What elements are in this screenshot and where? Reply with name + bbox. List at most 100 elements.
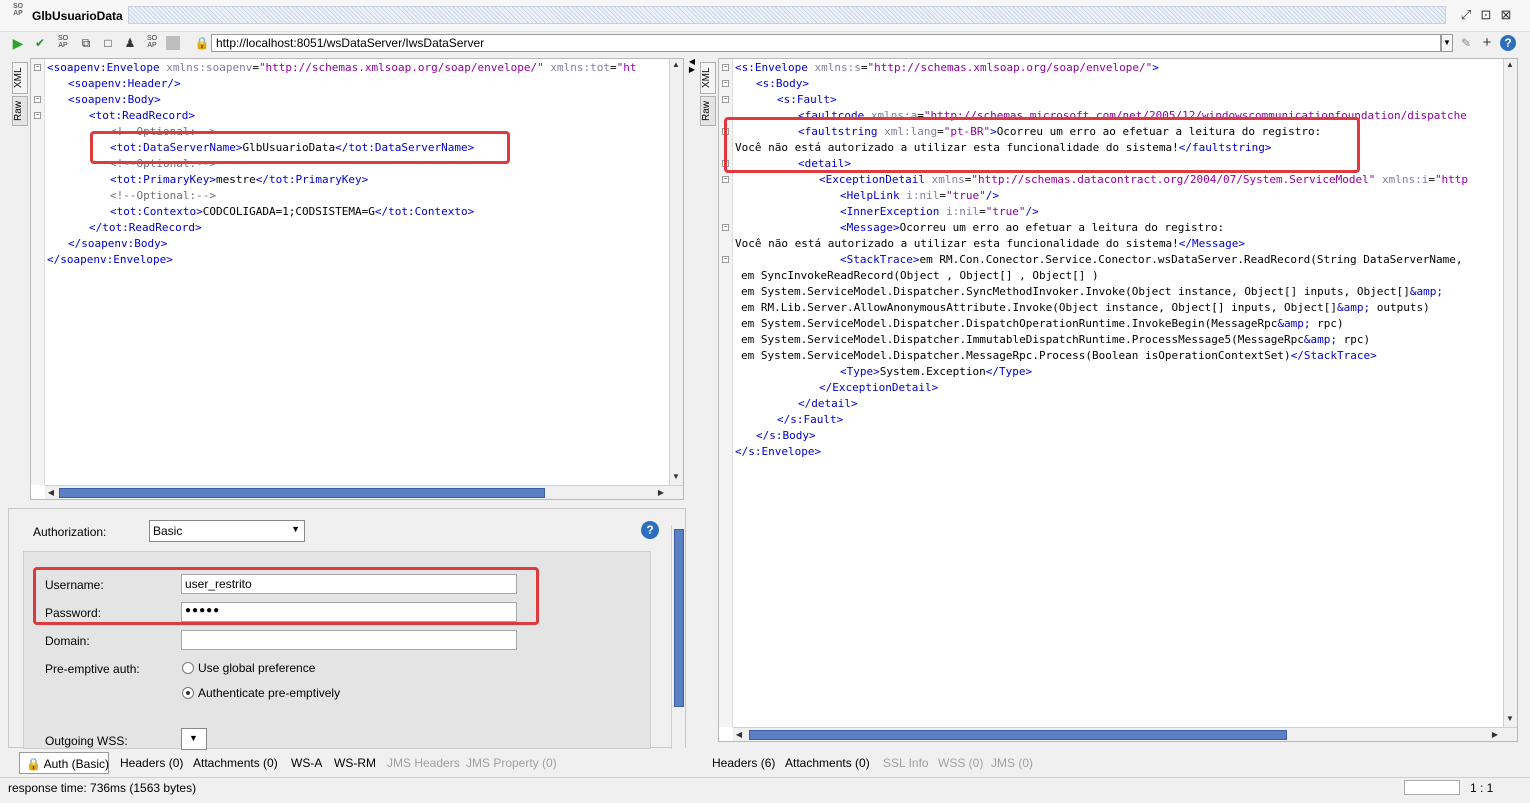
tab-ws-rm[interactable]: WS-RM xyxy=(334,752,376,774)
scroll-right-icon[interactable]: ▶ xyxy=(1489,729,1501,741)
auth-scroll-thumb[interactable] xyxy=(674,529,684,707)
tab-ws-a[interactable]: WS-A xyxy=(291,752,322,774)
format-icon[interactable]: ⧉ xyxy=(78,35,94,51)
authorization-select[interactable]: Basic ▼ xyxy=(149,520,305,542)
xml-token: Ocorreu um erro ao efetuar a leitura do … xyxy=(899,221,1225,234)
xml-token: "http://schemas.datacontract.org/2004/07… xyxy=(971,173,1376,186)
endpoint-url-field[interactable]: http://localhost:8051/wsDataServer/IwsDa… xyxy=(211,34,1441,52)
radio-preemptive[interactable] xyxy=(182,687,194,699)
xml-line: <s:Fault> xyxy=(735,92,1503,108)
request-xml-editor[interactable]: <soapenv:Envelope xmlns:soapenv="http://… xyxy=(30,58,684,500)
xml-token: em SyncInvokeReadRecord(Object , Object[… xyxy=(741,269,1099,282)
soap-action-icon[interactable]: SO AP xyxy=(55,35,71,51)
scroll-left-icon[interactable]: ◀ xyxy=(733,729,745,741)
tab-request-attachments[interactable]: Attachments (0) xyxy=(193,752,278,774)
status-progress xyxy=(1404,780,1460,795)
radio-global-preference[interactable] xyxy=(182,662,194,674)
authorization-label: Authorization: xyxy=(33,525,107,539)
play-icon[interactable]: ▶ xyxy=(10,35,26,51)
stop-icon[interactable]: □ xyxy=(100,35,116,51)
tab-request-raw[interactable]: Raw xyxy=(12,96,28,126)
tab-request-headers[interactable]: Headers (0) xyxy=(120,752,183,774)
tab-ssl-info[interactable]: SSL Info xyxy=(883,752,929,774)
response-vertical-scrollbar[interactable]: ▲ ▼ xyxy=(1503,59,1517,727)
scroll-left-icon[interactable]: ◀ xyxy=(45,487,57,499)
minimize-icon[interactable]: ⊡ xyxy=(1478,7,1494,23)
request-horizontal-scrollbar[interactable]: ◀ ▶ xyxy=(45,485,683,499)
tab-jms-property[interactable]: JMS Property (0) xyxy=(466,752,557,774)
fold-toggle-icon[interactable]: − xyxy=(34,64,41,71)
validate-icon[interactable]: ✔ xyxy=(32,35,48,51)
xml-token: em System.ServiceModel.Dispatcher.Dispat… xyxy=(741,317,1278,330)
response-horizontal-scrollbar[interactable]: ◀ ▶ xyxy=(733,727,1517,741)
fold-toggle-icon[interactable]: − xyxy=(34,96,41,103)
xml-token: </soapenv:Body> xyxy=(68,237,168,250)
fold-toggle-icon[interactable]: − xyxy=(722,256,729,263)
scroll-right-icon[interactable]: ▶ xyxy=(655,487,667,499)
tab-jms[interactable]: JMS (0) xyxy=(991,752,1033,774)
fold-toggle-icon[interactable]: − xyxy=(34,112,41,119)
tab-wss[interactable]: WSS (0) xyxy=(938,752,983,774)
fold-toggle-icon[interactable]: − xyxy=(722,96,729,103)
tab-response-headers[interactable]: Headers (6) xyxy=(712,752,775,774)
xml-token: </tot:PrimaryKey> xyxy=(255,173,369,186)
edit-endpoint-icon[interactable]: ✎ xyxy=(1458,35,1474,51)
endpoint-dropdown-icon[interactable]: ▼ xyxy=(1441,34,1453,52)
help-icon[interactable]: ? xyxy=(1500,35,1516,51)
add-icon[interactable]: + xyxy=(1479,35,1495,51)
xml-token: <tot:ReadRecord> xyxy=(89,109,195,122)
tab-response-raw[interactable]: Raw xyxy=(700,96,716,126)
domain-field[interactable] xyxy=(181,630,517,650)
xml-token: "http://schemas.xmlsoap.org/soap/envelop… xyxy=(867,61,1153,74)
user-icon[interactable]: ♟ xyxy=(122,35,138,51)
scroll-down-icon[interactable]: ▼ xyxy=(1504,713,1516,725)
fold-toggle-icon[interactable]: − xyxy=(722,176,729,183)
fold-toggle-icon[interactable]: − xyxy=(722,64,729,71)
splitter-arrows-icon[interactable]: ◀ ▶ xyxy=(688,58,696,74)
xml-line: <soapenv:Body> xyxy=(47,92,669,108)
radio-global-label: Use global preference xyxy=(198,661,316,675)
tab-response-xml[interactable]: XML xyxy=(700,62,716,94)
auth-help-icon[interactable]: ? xyxy=(641,521,659,539)
response-scroll-thumb[interactable] xyxy=(749,730,1287,740)
radio-preemptive-label: Authenticate pre-emptively xyxy=(198,686,341,700)
xml-token: </ExceptionDetail> xyxy=(819,381,939,394)
tab-request-xml[interactable]: XML xyxy=(12,62,28,94)
xml-line: <InnerException i:nil="true"/> xyxy=(735,204,1503,220)
xml-token: </s:Body> xyxy=(756,429,816,442)
xml-line: <StackTrace>em RM.Con.Conector.Service.C… xyxy=(735,252,1503,268)
wsdl-icon[interactable]: SO AP xyxy=(144,35,160,51)
close-icon[interactable]: ⊠ xyxy=(1498,7,1514,23)
xml-token xyxy=(1375,173,1382,186)
request-vertical-scrollbar[interactable]: ▲ ▼ xyxy=(669,59,683,485)
restore-icon[interactable]: ⤢ xyxy=(1458,7,1474,23)
scroll-up-icon[interactable]: ▲ xyxy=(670,59,682,71)
request-gutter xyxy=(31,59,45,485)
xml-token: </StackTrace> xyxy=(1290,349,1377,362)
xml-token: = xyxy=(1428,173,1435,186)
xml-token: <tot:PrimaryKey> xyxy=(110,173,216,186)
scroll-down-icon[interactable]: ▼ xyxy=(670,471,682,483)
xml-token: = xyxy=(252,61,259,74)
soap-logo-icon: SO AP xyxy=(12,3,24,17)
auth-panel: Authorization: Basic ▼ ? Username: user_… xyxy=(8,508,686,750)
cancel-icon[interactable] xyxy=(166,36,180,50)
fold-toggle-icon[interactable]: − xyxy=(722,80,729,87)
tab-response-attachments[interactable]: Attachments (0) xyxy=(785,752,870,774)
xml-token: &amp; xyxy=(1277,317,1311,330)
xml-token: CODCOLIGADA=1;CODSISTEMA=G xyxy=(202,205,375,218)
xml-token: em RM.Con.Conector.Service.Conector.wsDa… xyxy=(919,253,1470,266)
request-xml-text[interactable]: <soapenv:Envelope xmlns:soapenv="http://… xyxy=(47,60,669,484)
scroll-up-icon[interactable]: ▲ xyxy=(1504,59,1516,71)
tab-auth[interactable]: 🔒 Auth (Basic) xyxy=(19,752,109,774)
auth-vertical-scrollbar[interactable] xyxy=(671,525,685,749)
xml-token: em RM.Lib.Server.AllowAnonymousAttribute… xyxy=(741,301,1338,314)
xml-line: <soapenv:Header/> xyxy=(47,76,669,92)
outgoing-wss-select[interactable]: ▼ xyxy=(181,728,207,750)
xml-token: <StackTrace> xyxy=(840,253,920,266)
xml-token: rpc) xyxy=(1310,317,1344,330)
xml-line: </s:Envelope> xyxy=(735,444,1503,460)
fold-toggle-icon[interactable]: − xyxy=(722,224,729,231)
tab-jms-headers[interactable]: JMS Headers xyxy=(387,752,460,774)
request-scroll-thumb[interactable] xyxy=(59,488,545,498)
